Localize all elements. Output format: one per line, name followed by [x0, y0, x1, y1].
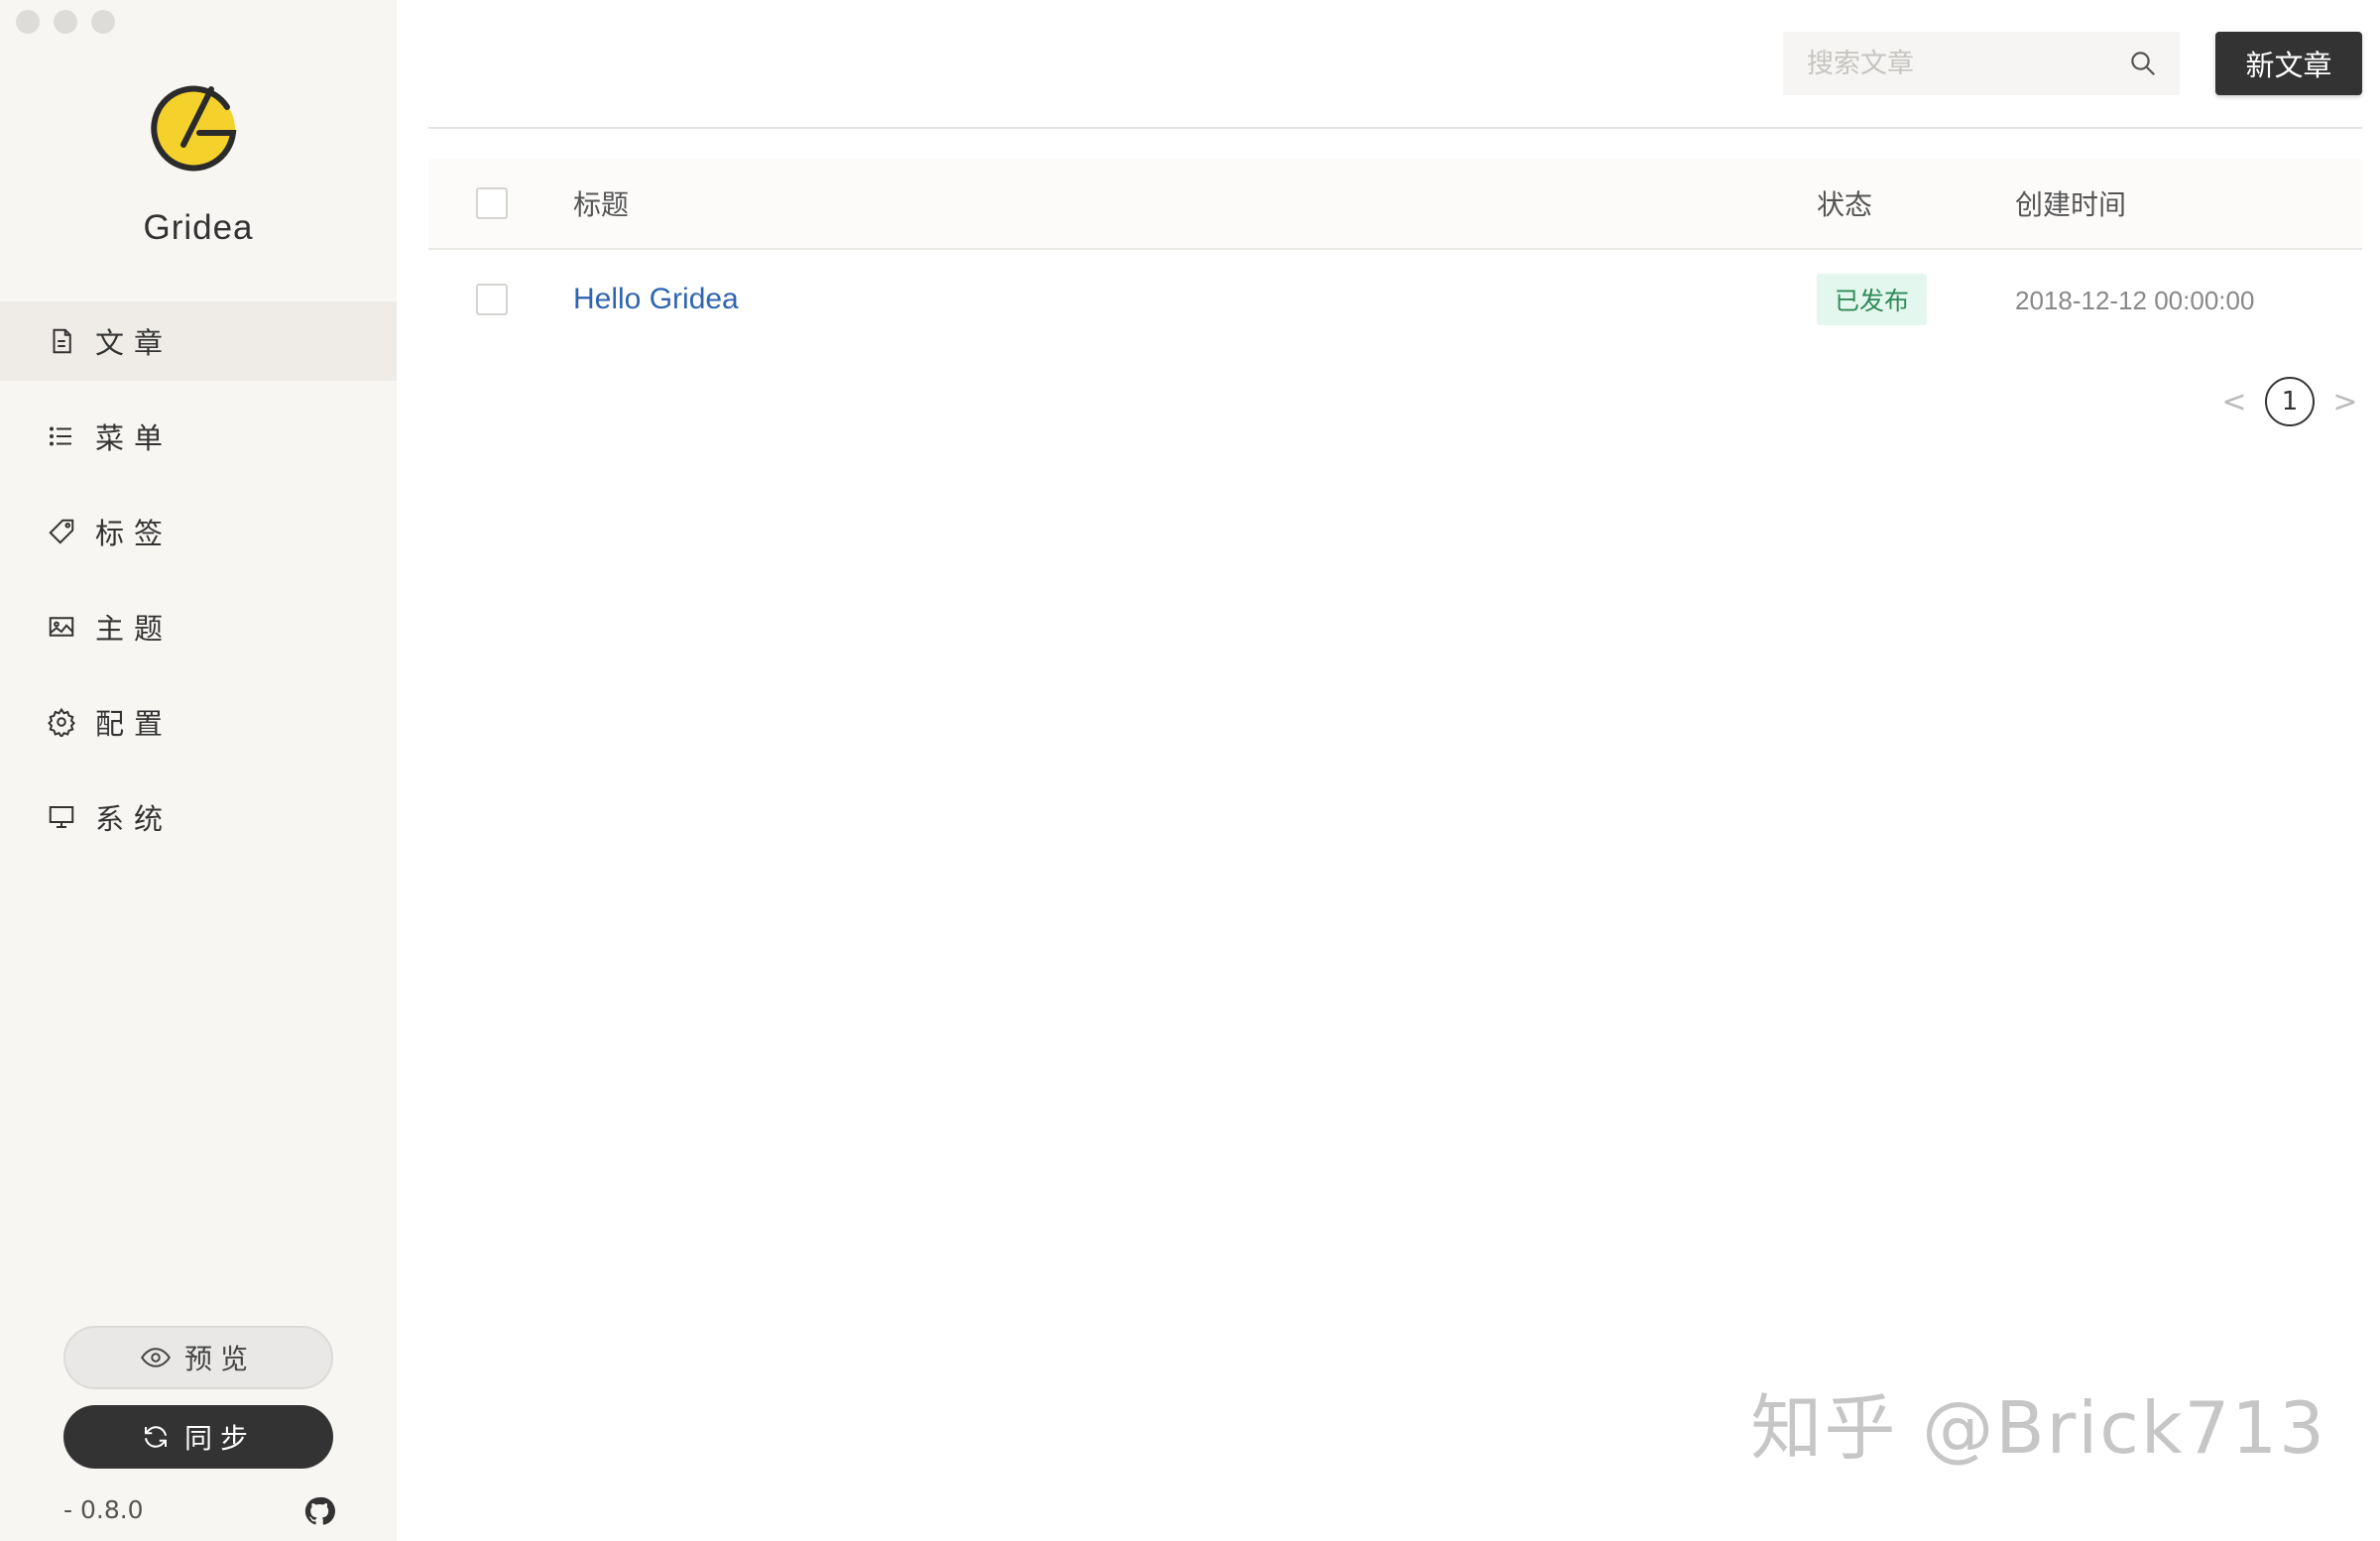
post-title-link[interactable]: Hello Gridea	[573, 283, 739, 315]
document-icon	[46, 325, 77, 357]
page-number-current[interactable]: 1	[2265, 377, 2315, 426]
sidebar-item-label: 配置	[95, 707, 174, 741]
pagination: < 1 >	[2217, 377, 2362, 426]
monitor-icon	[46, 801, 77, 833]
table-header: 标题 状态 创建时间	[428, 159, 2362, 250]
column-header-created[interactable]: 创建时间	[2015, 183, 2362, 223]
sidebar: Gridea 文章 菜单 标签 主题 配置 系统 预览 同步 - 0.8.0	[0, 0, 397, 1541]
sidebar-item-tags[interactable]: 标签	[0, 492, 397, 571]
status-badge: 已发布	[1817, 274, 1928, 325]
eye-icon	[141, 1348, 171, 1367]
header-divider	[428, 127, 2362, 129]
search-input[interactable]	[1805, 47, 2102, 80]
sidebar-item-system[interactable]: 系统	[0, 777, 397, 857]
list-icon	[46, 420, 77, 452]
main-content: 新文章 标题 状态 创建时间 Hello Gridea 已发布 2018-12-…	[428, 0, 2362, 1541]
minimize-window-button[interactable]	[54, 10, 77, 34]
app-version: - 0.8.0	[63, 1495, 144, 1524]
search-box[interactable]	[1783, 32, 2180, 95]
sync-button[interactable]: 同步	[63, 1405, 333, 1469]
refresh-icon	[144, 1426, 167, 1448]
window-controls	[16, 10, 115, 34]
search-icon[interactable]	[2128, 49, 2158, 78]
created-time: 2018-12-12 00:00:00	[2015, 285, 2255, 315]
table-row: Hello Gridea 已发布 2018-12-12 00:00:00	[428, 250, 2362, 349]
preview-button[interactable]: 预览	[63, 1326, 333, 1389]
column-header-status[interactable]: 状态	[1817, 183, 2015, 223]
close-window-button[interactable]	[16, 10, 40, 34]
sidebar-item-label: 标签	[95, 517, 174, 550]
sidebar-item-themes[interactable]: 主题	[0, 587, 397, 666]
preview-button-label: 预览	[183, 1343, 256, 1375]
image-icon	[46, 611, 77, 643]
sync-button-label: 同步	[183, 1422, 256, 1455]
column-header-title[interactable]: 标题	[573, 183, 1817, 223]
brand-name: Gridea	[143, 208, 254, 247]
gear-icon	[46, 706, 77, 738]
sidebar-item-label: 系统	[95, 802, 174, 836]
row-checkbox[interactable]	[476, 284, 508, 315]
watermark: 知乎 @Brick713	[1750, 1386, 2326, 1470]
sidebar-item-label: 菜单	[95, 421, 174, 455]
select-all-checkbox[interactable]	[476, 187, 508, 219]
app-window: Gridea 文章 菜单 标签 主题 配置 系统 预览 同步 - 0.8.0 搜…	[0, 0, 2380, 1541]
new-post-button[interactable]: 新文章	[2215, 32, 2362, 95]
chevron-right-icon[interactable]: >	[2328, 385, 2362, 419]
sidebar-item-label: 主题	[95, 612, 174, 646]
tag-icon	[46, 516, 77, 547]
gridea-logo-icon	[151, 85, 237, 172]
sidebar-item-settings[interactable]: 配置	[0, 682, 397, 762]
sidebar-nav: 文章 菜单 标签 主题 配置 系统	[0, 301, 397, 873]
chevron-left-icon[interactable]: <	[2217, 385, 2251, 419]
sidebar-item-label: 文章	[95, 326, 174, 360]
zoom-window-button[interactable]	[91, 10, 115, 34]
posts-table: 标题 状态 创建时间 Hello Gridea 已发布 2018-12-12 0…	[428, 159, 2362, 349]
sidebar-item-articles[interactable]: 文章	[0, 301, 397, 381]
github-icon[interactable]	[303, 1495, 335, 1527]
sidebar-item-menu[interactable]: 菜单	[0, 397, 397, 476]
